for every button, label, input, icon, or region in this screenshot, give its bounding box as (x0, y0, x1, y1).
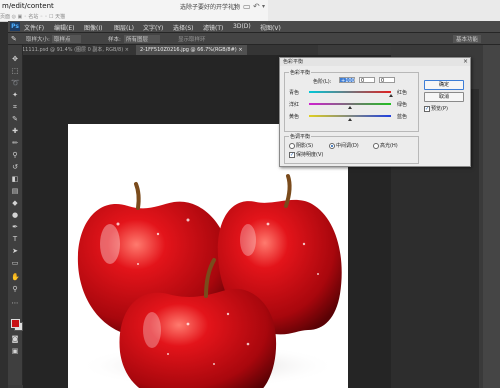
path-select-tool-icon[interactable]: ➤ (11, 247, 19, 255)
slider-label-green: 绿色 (397, 102, 408, 108)
menu-filter[interactable]: 滤镜(T) (203, 23, 223, 32)
cancel-button[interactable]: 取消 (424, 92, 464, 102)
preview-label[interactable]: 预览(P) (431, 105, 448, 112)
healing-tool-icon[interactable]: ✚ (11, 127, 19, 135)
eraser-tool-icon[interactable]: ◧ (11, 175, 19, 183)
menu-3d[interactable]: 3D(D) (233, 23, 251, 30)
highlights-radio[interactable] (373, 143, 379, 149)
options-bar: ✎ 取样大小: 取样点 样本: 所有图层 显示取样环 基本功能 (8, 33, 500, 45)
yellow-blue-slider[interactable] (309, 115, 391, 117)
browser-icons: ▯ ▭ ↶ ▾ (232, 2, 268, 12)
levels-label: 色阶(L): (313, 79, 332, 85)
tab-psd[interactable]: 11111.psd @ 91.4% (图层 0 副本, RGB/8) × (18, 45, 133, 55)
clipboard-icon[interactable]: ▯ (232, 2, 236, 11)
quick-mask-icon[interactable]: ◙ (11, 335, 19, 343)
dialog-title: 色彩平衡 (280, 58, 470, 66)
document-tabs: 11111.psd @ 91.4% (图层 0 副本, RGB/8) × 2-1… (18, 45, 318, 55)
menu-select[interactable]: 选择(S) (173, 23, 194, 32)
tools-panel: ✥ ⬚ ➰ ✦ ⌗ ✎ ✚ ✏ ⚲ ↺ ◧ ▤ ◆ ● ✒ T ➤ ▭ ✋ ⚲ … (8, 45, 23, 385)
preserve-luminosity-label[interactable]: 保持明度(V) (296, 151, 323, 158)
pen-tool-icon[interactable]: ✒ (11, 223, 19, 231)
phone-icon[interactable]: ▭ (243, 2, 251, 11)
color-balance-dialog: 色彩平衡 × 色彩平衡 色阶(L): +100 0 0 青色 红色 洋红 绿色 … (279, 57, 471, 167)
preview-checkbox[interactable]: ✓ (424, 106, 430, 112)
tone-balance-group: 色调平衡 阴影(S) 中间调(D) 高光(H) ✓ 保持明度(V) (284, 133, 419, 164)
screen-mode-icon[interactable]: ▣ (11, 347, 19, 355)
lasso-tool-icon[interactable]: ➰ (11, 79, 20, 87)
tab-jpg[interactable]: 2-1FF510Z0216.jpg @ 66.7%(RGB/8#) × (136, 45, 247, 55)
menu-image[interactable]: 图像(I) (84, 23, 102, 32)
quick-select-tool-icon[interactable]: ✦ (11, 91, 19, 99)
level-field-cyan-red[interactable]: +100 (339, 77, 355, 84)
sample-label: 样本: (108, 37, 121, 43)
move-tool-icon[interactable]: ✥ (11, 55, 19, 63)
yellow-blue-thumb[interactable] (348, 118, 352, 121)
menu-edit[interactable]: 编辑(E) (54, 23, 74, 32)
gradient-tool-icon[interactable]: ▤ (11, 187, 19, 195)
midtones-radio[interactable] (329, 143, 335, 149)
blur-tool-icon[interactable]: ◆ (11, 199, 19, 207)
history-brush-icon[interactable]: ↺ (11, 163, 19, 171)
browser-tab-title[interactable]: 选除子要好的开学礼物 (180, 2, 240, 11)
eyedropper-icon[interactable]: ✎ (11, 35, 17, 43)
stamp-tool-icon[interactable]: ⚲ (11, 151, 19, 159)
ps-logo: Ps (10, 22, 20, 31)
shape-tool-icon[interactable]: ▭ (11, 259, 19, 267)
shadows-label[interactable]: 阴影(S) (296, 142, 313, 149)
crop-tool-icon[interactable]: ⌗ (11, 103, 19, 111)
cyan-red-slider[interactable] (309, 91, 391, 93)
show-sampling-ring-checkbox[interactable]: 显示取样环 (178, 35, 206, 43)
sample-size-select[interactable]: 取样点 (52, 35, 81, 43)
shadows-radio[interactable] (289, 143, 295, 149)
menu-file[interactable]: 文件(F) (24, 23, 44, 32)
highlights-label[interactable]: 高光(H) (380, 142, 398, 149)
eyedropper-tool-icon[interactable]: ✎ (11, 115, 19, 123)
menu-type[interactable]: 文字(Y) (143, 23, 163, 32)
sample-size-label: 取样大小: (26, 37, 50, 43)
close-icon[interactable]: × (463, 58, 468, 65)
undo-icon[interactable]: ↶ (253, 2, 260, 11)
level-field-yellow-blue[interactable]: 0 (379, 77, 395, 84)
foreground-color-swatch[interactable] (11, 319, 20, 328)
magenta-green-slider[interactable] (309, 103, 391, 105)
color-balance-group: 色彩平衡 色阶(L): +100 0 0 青色 红色 洋红 绿色 黄色 蓝色 (284, 69, 419, 132)
level-field-magenta-green[interactable]: 0 (359, 77, 375, 84)
workspace-select[interactable]: 基本功能 (453, 35, 482, 43)
midtones-label[interactable]: 中间调(D) (336, 142, 359, 149)
slider-label-red: 红色 (397, 90, 408, 96)
slider-label-blue: 蓝色 (397, 114, 408, 120)
hand-tool-icon[interactable]: ✋ (11, 273, 20, 281)
ok-button[interactable]: 确定 (424, 80, 464, 90)
cyan-red-thumb[interactable] (389, 94, 393, 97)
sample-select[interactable]: 所有图层 (124, 35, 161, 43)
more-tools-icon[interactable]: ⋯ (11, 299, 19, 307)
dodge-tool-icon[interactable]: ● (11, 211, 19, 219)
panel-dock[interactable] (483, 45, 500, 388)
slider-label-yellow: 黄色 (289, 114, 300, 120)
type-tool-icon[interactable]: T (11, 235, 19, 243)
menu-bar: Ps 文件(F) 编辑(E) 图像(I) 图层(L) 文字(Y) 选择(S) 滤… (8, 21, 500, 33)
magenta-green-thumb[interactable] (348, 106, 352, 109)
group-title: 色彩平衡 (289, 69, 312, 76)
zoom-tool-icon[interactable]: ⚲ (11, 285, 19, 293)
background-window (268, 0, 500, 21)
tone-group-title: 色调平衡 (289, 133, 312, 140)
dropdown-icon[interactable]: ▾ (262, 3, 265, 10)
menu-view[interactable]: 视图(V) (260, 23, 281, 32)
address-bar[interactable]: m/edit/content (2, 2, 54, 10)
slider-label-cyan: 青色 (289, 90, 300, 96)
preserve-luminosity-checkbox[interactable]: ✓ (289, 152, 295, 158)
brush-tool-icon[interactable]: ✏ (11, 139, 19, 147)
slider-label-magenta: 洋红 (289, 102, 300, 108)
menu-layer[interactable]: 图层(L) (114, 23, 134, 32)
marquee-tool-icon[interactable]: ⬚ (11, 67, 19, 75)
